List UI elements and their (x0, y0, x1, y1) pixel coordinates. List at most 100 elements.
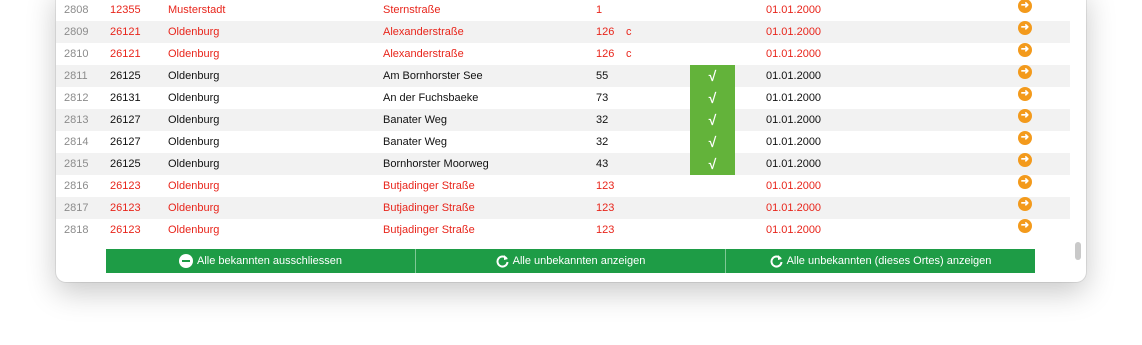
postal-code: 26121 (110, 48, 141, 60)
table-row[interactable]: 2818 26123 Oldenburg Butjadinger Straße 123 0… (56, 219, 1070, 241)
date: 01.01.2000 (766, 180, 822, 192)
postal-code: 26121 (110, 26, 141, 38)
house-number: 73 (596, 92, 609, 104)
postal-code: 26127 (110, 114, 141, 126)
row-number: 2818 (64, 224, 89, 236)
refresh-icon (496, 254, 509, 268)
row-number: 2812 (64, 92, 89, 104)
house-number: 55 (596, 70, 609, 82)
table-row[interactable]: 2812 26131 Oldenburg An der Fuchsbaeke 73 01.… (56, 87, 1070, 109)
check-icon: √ (690, 87, 735, 109)
arrow-right-circle-icon[interactable]: ➜ (1018, 109, 1032, 123)
street: Banater Weg (383, 114, 448, 126)
postal-code: 26131 (110, 92, 141, 104)
exclude-known-button[interactable]: Alle bekannten ausschliessen (106, 249, 416, 273)
city: Oldenburg (168, 158, 220, 170)
table-row[interactable]: 2816 26123 Oldenburg Butjadinger Straße 123 0… (56, 175, 1070, 197)
show-unknown-label: Alle unbekannten anzeigen (512, 255, 646, 267)
table-row[interactable]: 2815 26125 Oldenburg Bornhorster Moorweg 43 0… (56, 153, 1070, 175)
table-row[interactable]: 2813 26127 Oldenburg Banater Weg 32 01.01.200… (56, 109, 1070, 131)
city: Oldenburg (168, 48, 220, 60)
street: Alexanderstraße (383, 26, 464, 38)
table-row[interactable]: 2811 26125 Oldenburg Am Bornhorster See 55 01… (56, 65, 1070, 87)
minus-circle-icon (179, 254, 194, 268)
arrow-right-circle-icon[interactable]: ➜ (1018, 197, 1032, 211)
arrow-right-circle-icon[interactable]: ➜ (1018, 65, 1032, 79)
check-icon: √ (690, 131, 735, 153)
date: 01.01.2000 (766, 92, 822, 104)
row-number: 2814 (64, 136, 89, 148)
date: 01.01.2000 (766, 26, 822, 38)
date: 01.01.2000 (766, 202, 822, 214)
arrow-right-circle-icon[interactable]: ➜ (1018, 21, 1032, 35)
house-number: 32 (596, 114, 609, 126)
date: 01.01.2000 (766, 224, 822, 236)
house-number: 126 (596, 26, 615, 38)
street: Sternstraße (383, 4, 441, 16)
postal-code: 26125 (110, 158, 141, 170)
arrow-right-circle-icon[interactable]: ➜ (1018, 153, 1032, 167)
postal-code: 26125 (110, 70, 141, 82)
table-row[interactable]: 2817 26123 Oldenburg Butjadinger Straße 123 0… (56, 197, 1070, 219)
postal-code: 26123 (110, 202, 141, 214)
arrow-right-circle-icon[interactable]: ➜ (1018, 131, 1032, 145)
street: Butjadinger Straße (383, 180, 475, 192)
city: Oldenburg (168, 224, 220, 236)
action-button-bar: Alle bekannten ausschliessen Alle unbeka… (106, 249, 1035, 273)
row-number: 2817 (64, 202, 89, 214)
arrow-right-circle-icon[interactable]: ➜ (1018, 87, 1032, 101)
row-number: 2809 (64, 26, 89, 38)
date: 01.01.2000 (766, 114, 822, 126)
check-icon: √ (690, 65, 735, 87)
city: Musterstadt (168, 4, 226, 16)
arrow-right-circle-icon[interactable]: ➜ (1018, 219, 1032, 233)
house-number: 1 (596, 4, 603, 16)
postal-code: 12355 (110, 4, 141, 16)
exclude-known-label: Alle bekannten ausschliessen (197, 255, 342, 267)
check-icon: √ (690, 109, 735, 131)
arrow-right-circle-icon[interactable]: ➜ (1018, 0, 1032, 13)
date: 01.01.2000 (766, 136, 822, 148)
city: Oldenburg (168, 202, 220, 214)
house-number: 32 (596, 136, 609, 148)
arrow-right-circle-icon[interactable]: ➜ (1018, 175, 1032, 189)
city: Oldenburg (168, 180, 220, 192)
refresh-icon (770, 254, 783, 268)
city: Oldenburg (168, 136, 220, 148)
street: An der Fuchsbaeke (383, 92, 479, 104)
table-row[interactable]: 2814 26127 Oldenburg Banater Weg 32 01.01.200… (56, 131, 1070, 153)
row-number: 2813 (64, 114, 89, 126)
house-number: 123 (596, 202, 615, 214)
date: 01.01.2000 (766, 158, 822, 170)
arrow-right-circle-icon[interactable]: ➜ (1018, 43, 1032, 57)
row-number: 2815 (64, 158, 89, 170)
postal-code: 26123 (110, 180, 141, 192)
vertical-scrollbar[interactable] (1075, 242, 1081, 260)
city: Oldenburg (168, 70, 220, 82)
app-window: 2808 12355 Musterstadt Sternstraße 1 01.01.20… (56, 0, 1086, 282)
row-number: 2811 (64, 70, 88, 82)
house-number-suffix: c (626, 26, 632, 38)
date: 01.01.2000 (766, 70, 822, 82)
date: 01.01.2000 (766, 4, 822, 16)
house-number: 123 (596, 180, 615, 192)
show-unknown-place-button[interactable]: Alle unbekannten (dieses Ortes) anzeigen (726, 249, 1035, 273)
city: Oldenburg (168, 92, 220, 104)
city: Oldenburg (168, 114, 220, 126)
postal-code: 26127 (110, 136, 141, 148)
street: Alexanderstraße (383, 48, 464, 60)
city: Oldenburg (168, 26, 220, 38)
street: Banater Weg (383, 136, 448, 148)
house-number: 43 (596, 158, 609, 170)
table-row[interactable]: 2808 12355 Musterstadt Sternstraße 1 01.01.20… (56, 0, 1070, 21)
show-unknown-button[interactable]: Alle unbekannten anzeigen (416, 249, 726, 273)
table-row[interactable]: 2810 26121 Oldenburg Alexanderstraße 126 c 01.… (56, 43, 1070, 65)
row-number: 2816 (64, 180, 89, 192)
address-table: 2808 12355 Musterstadt Sternstraße 1 01.01.20… (56, 0, 1070, 241)
street: Bornhorster Moorweg (383, 158, 489, 170)
table-row[interactable]: 2809 26121 Oldenburg Alexanderstraße 126 c 01.… (56, 21, 1070, 43)
house-number-suffix: c (626, 48, 632, 60)
house-number: 123 (596, 224, 615, 236)
house-number: 126 (596, 48, 615, 60)
postal-code: 26123 (110, 224, 141, 236)
